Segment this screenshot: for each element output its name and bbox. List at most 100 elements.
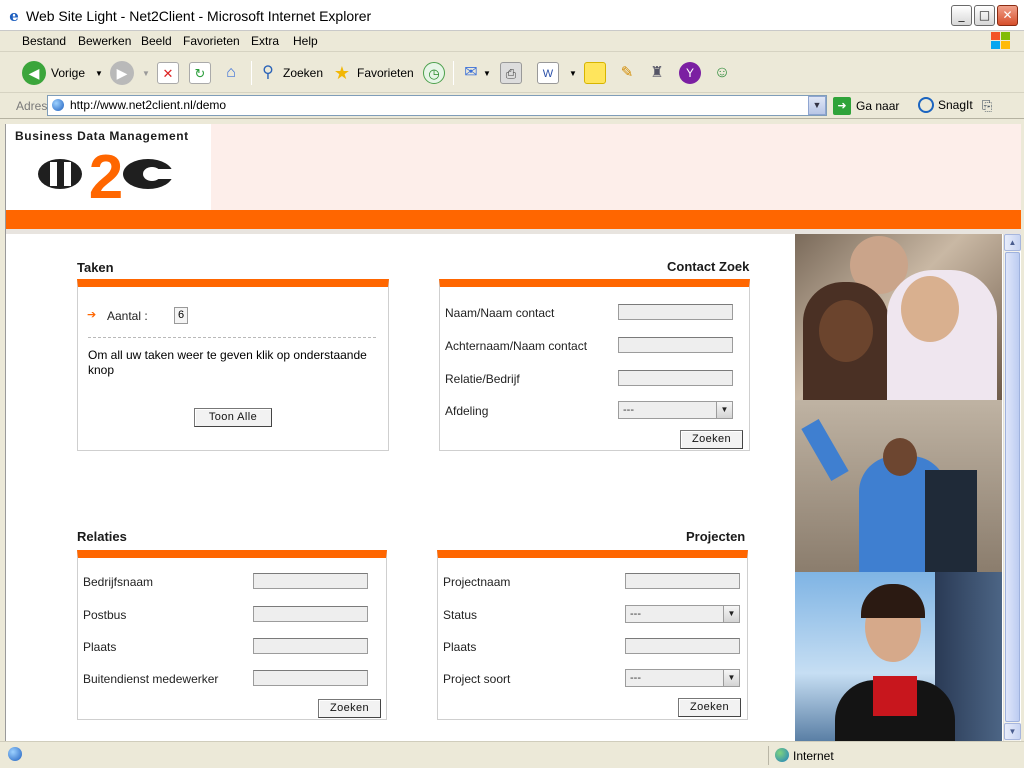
stop-button[interactable]: ✕ bbox=[157, 60, 179, 86]
project-search-button[interactable]: Zoeken bbox=[678, 698, 741, 717]
forward-button[interactable]: ▶ ▼ bbox=[110, 60, 150, 86]
address-label: Adres bbox=[16, 99, 48, 113]
relaties-city-input[interactable] bbox=[253, 638, 368, 654]
n2c-logo: 2 bbox=[38, 148, 176, 204]
menu-help[interactable]: Help bbox=[293, 34, 318, 48]
back-arrow-icon: ◀ bbox=[22, 61, 46, 85]
minimize-button[interactable]: _ bbox=[951, 5, 972, 26]
projecten-title: Projecten bbox=[686, 529, 746, 544]
vertical-scrollbar[interactable]: ▲ ▼ bbox=[1003, 234, 1021, 741]
edit-dropdown-icon[interactable]: ▼ bbox=[569, 69, 577, 78]
relaties-field-label: Bedrijfsnaam bbox=[83, 575, 154, 589]
mail-button[interactable]: ✉ ▼ bbox=[460, 60, 491, 86]
menu-bewerken[interactable]: Bewerken bbox=[78, 34, 131, 48]
favorites-label: Favorieten bbox=[357, 66, 414, 80]
relaties-search-button[interactable]: Zoeken bbox=[318, 699, 381, 718]
print-button[interactable]: ⎙ bbox=[500, 60, 522, 86]
search-button[interactable]: ⚲ Zoeken bbox=[257, 60, 323, 86]
snagit-icon bbox=[918, 97, 934, 113]
contact-name-input[interactable] bbox=[618, 304, 733, 320]
windows-logo-icon bbox=[991, 32, 1011, 50]
po-box-input[interactable] bbox=[253, 606, 368, 622]
scroll-down-icon[interactable]: ▼ bbox=[1004, 723, 1021, 740]
security-zone: Internet bbox=[768, 746, 1024, 765]
snagit-options-icon[interactable]: ⎘ bbox=[982, 98, 992, 114]
project-name-input[interactable] bbox=[625, 573, 740, 589]
menu-bestand[interactable]: Bestand bbox=[22, 34, 66, 48]
go-arrow-icon: ➜ bbox=[833, 97, 851, 115]
taken-title: Taken bbox=[77, 260, 114, 275]
back-dropdown-icon[interactable]: ▼ bbox=[95, 69, 103, 78]
close-button[interactable]: ✕ bbox=[997, 5, 1018, 26]
word-icon: W bbox=[537, 62, 559, 84]
contact-lastname-input[interactable] bbox=[618, 337, 733, 353]
messenger-icon: ☺ bbox=[713, 64, 731, 81]
page-icon bbox=[52, 99, 64, 111]
star-icon: ★ bbox=[333, 63, 351, 83]
address-input[interactable]: http://www.net2client.nl/demo bbox=[47, 95, 827, 116]
refresh-icon: ↻ bbox=[189, 62, 211, 84]
zone-label: Internet bbox=[793, 749, 834, 763]
refresh-button[interactable]: ↻ bbox=[189, 60, 211, 86]
favorites-button[interactable]: ★ Favorieten bbox=[331, 60, 414, 86]
menu-beeld[interactable]: Beeld bbox=[141, 34, 172, 48]
scroll-thumb[interactable] bbox=[1005, 252, 1020, 722]
home-button[interactable]: ⌂ bbox=[220, 60, 242, 86]
mail-dropdown-icon[interactable]: ▼ bbox=[483, 69, 491, 78]
ie-icon: e bbox=[9, 7, 19, 25]
media-button[interactable]: ♜ bbox=[646, 60, 668, 86]
menu-extra[interactable]: Extra bbox=[251, 34, 279, 48]
discuss-button[interactable] bbox=[584, 60, 606, 86]
research-icon: ✎ bbox=[620, 64, 634, 81]
chevron-down-icon: ▼ bbox=[723, 670, 739, 686]
menu-favorieten[interactable]: Favorieten bbox=[183, 34, 240, 48]
home-icon: ⌂ bbox=[226, 64, 236, 81]
search-icon: ⚲ bbox=[262, 64, 274, 81]
messenger-button[interactable]: ☺ bbox=[711, 60, 733, 86]
chevron-down-icon: ▼ bbox=[716, 402, 732, 418]
scroll-up-icon[interactable]: ▲ bbox=[1004, 234, 1021, 251]
contact-search-button[interactable]: Zoeken bbox=[680, 430, 743, 449]
relaties-field-label: Plaats bbox=[83, 640, 117, 654]
history-button[interactable]: ◷ bbox=[423, 60, 445, 86]
status-label: Status bbox=[443, 608, 478, 622]
snagit-label: SnagIt bbox=[938, 98, 973, 112]
contact-company-input[interactable] bbox=[618, 370, 733, 386]
contact-field-label: Achternaam/Naam contact bbox=[445, 339, 588, 353]
go-button[interactable]: ➜ Ga naar bbox=[833, 97, 899, 115]
snagit-button[interactable]: SnagIt bbox=[918, 97, 973, 113]
taken-description: Om all uw taken weer te geven klik op on… bbox=[88, 348, 367, 377]
address-bar: Adres http://www.net2client.nl/demo ▼ ➜ … bbox=[0, 93, 1024, 119]
yahoo-button[interactable]: Y bbox=[679, 60, 701, 86]
status-select[interactable]: --- ▼ bbox=[625, 605, 740, 623]
dashed-divider bbox=[88, 337, 376, 338]
address-dropdown-icon[interactable]: ▼ bbox=[808, 96, 826, 115]
project-type-select[interactable]: --- ▼ bbox=[625, 669, 740, 687]
count-value: 6 bbox=[174, 307, 188, 324]
project-city-input[interactable] bbox=[625, 638, 740, 654]
mail-icon: ✉ bbox=[464, 64, 478, 81]
maximize-button[interactable]: □ bbox=[974, 5, 995, 26]
back-label: Vorige bbox=[51, 66, 86, 80]
taken-panel: ➔ Aantal : 6 Om all uw taken weer te gev… bbox=[77, 279, 389, 451]
edit-button[interactable]: W ▼ bbox=[537, 60, 577, 86]
projecten-panel: Projectnaam Status --- ▼ Plaats Project … bbox=[437, 550, 748, 720]
department-select[interactable]: --- ▼ bbox=[618, 401, 733, 419]
research-button[interactable]: ✎ bbox=[616, 60, 638, 86]
menu-bar: Bestand Bewerken Beeld Favorieten Extra … bbox=[0, 31, 1024, 52]
chevron-down-icon: ▼ bbox=[723, 606, 739, 622]
status-value: --- bbox=[630, 608, 641, 620]
go-label: Ga naar bbox=[856, 99, 900, 113]
contact-field-label: Relatie/Bedrijf bbox=[445, 372, 520, 386]
company-name-input[interactable] bbox=[253, 573, 368, 589]
show-all-button[interactable]: Toon Alle bbox=[194, 408, 272, 427]
arrow-right-icon: ➔ bbox=[87, 309, 97, 321]
page-viewport: Business Data Management 2 Taken ➔ Aanta… bbox=[5, 124, 1021, 741]
project-city-label: Plaats bbox=[443, 640, 477, 654]
field-employee-input[interactable] bbox=[253, 670, 368, 686]
orange-band bbox=[6, 210, 1021, 229]
back-button[interactable]: ◀ Vorige ▼ bbox=[22, 60, 103, 86]
stop-icon: ✕ bbox=[157, 62, 179, 84]
status-bar: Internet bbox=[0, 741, 1024, 768]
contact-field-label: Naam/Naam contact bbox=[445, 306, 555, 320]
